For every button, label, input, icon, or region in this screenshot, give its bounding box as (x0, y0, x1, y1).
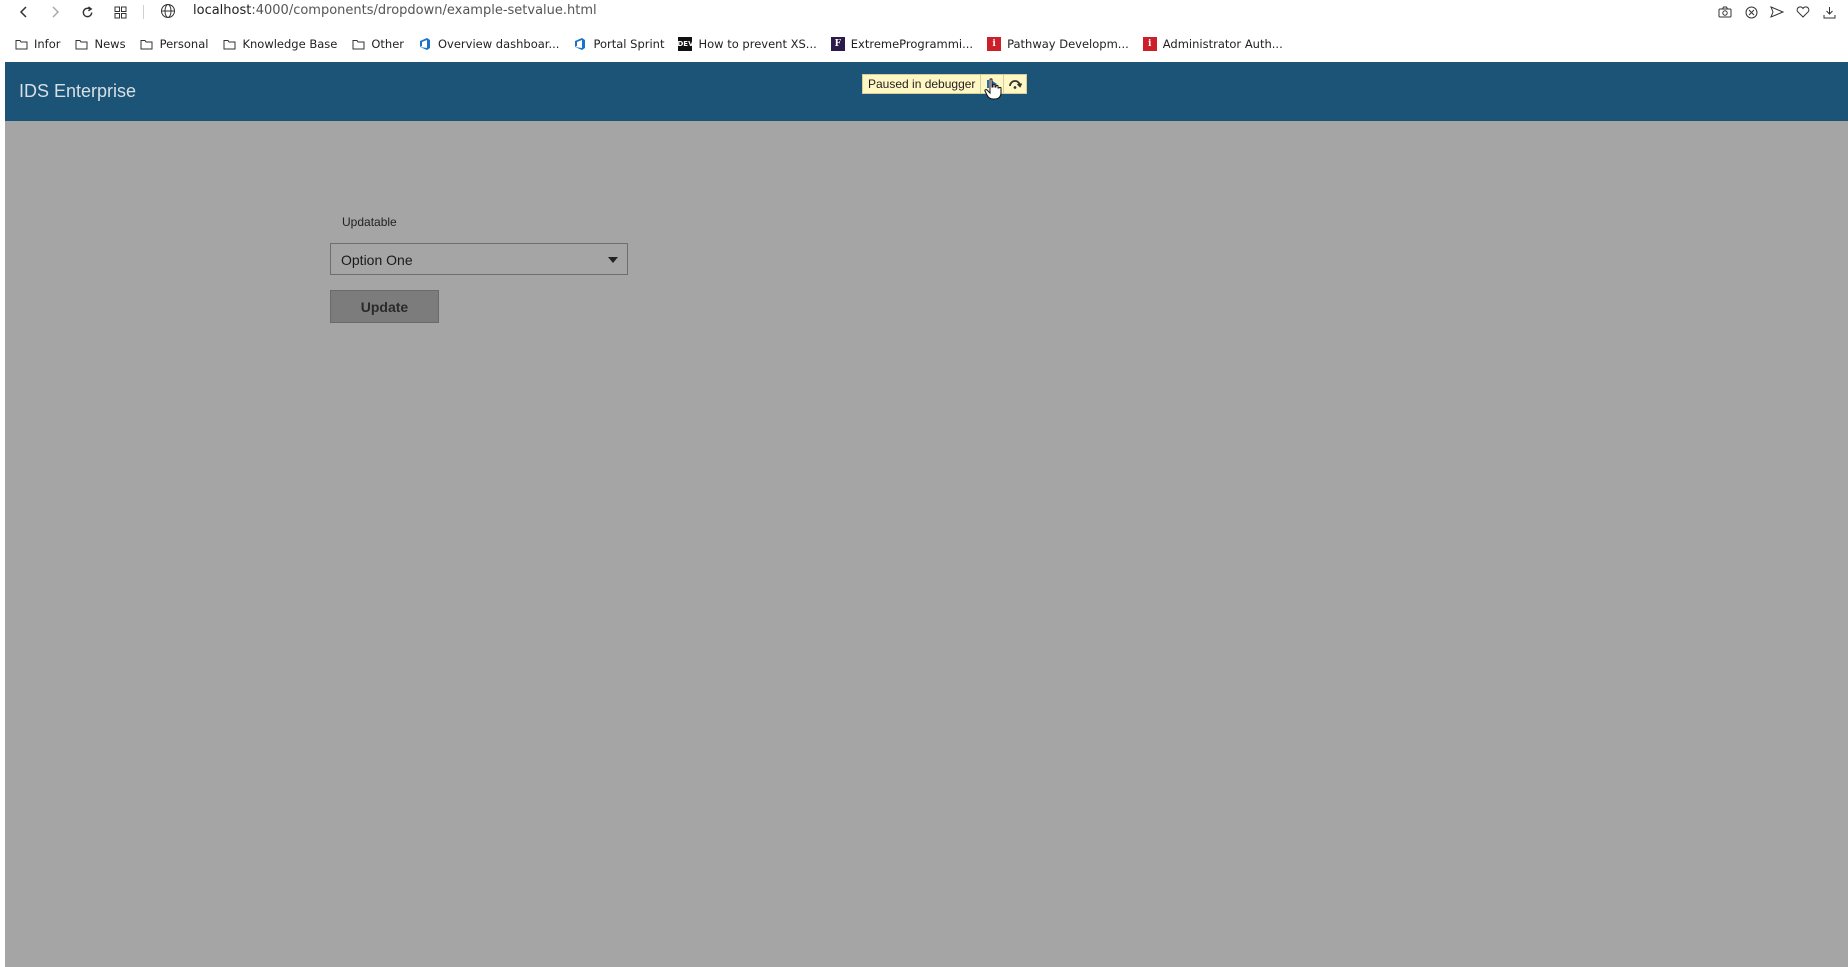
bookmark-news[interactable]: News (75, 37, 126, 51)
url-host: localhost (193, 3, 252, 18)
address-bar[interactable]: localhost:4000/components/dropdown/examp… (193, 3, 597, 18)
debugger-banner: Paused in debugger (862, 74, 1028, 94)
browser-toolbar: localhost:4000/components/dropdown/examp… (0, 0, 1848, 24)
dropdown-label: Updatable (342, 215, 397, 229)
bookmark-label: Pathway Developm... (1007, 37, 1129, 51)
bookmark-label: Overview dashboar... (438, 37, 560, 51)
bookmark-personal[interactable]: Personal (140, 37, 209, 51)
forward-icon[interactable] (45, 2, 65, 22)
hand-cursor-icon (984, 78, 1002, 100)
bookmark-other[interactable]: Other (351, 37, 404, 51)
bookmark-portal-sprint[interactable]: Portal Sprint (573, 37, 664, 51)
dropdown-selected-value: Option One (341, 252, 413, 268)
toolbar-separator (143, 5, 144, 19)
bookmarks-bar: Infor News Personal Knowledge Base Other… (0, 30, 1848, 58)
download-icon[interactable] (1820, 2, 1838, 22)
url-path: :4000/components/dropdown/example-setval… (251, 3, 597, 18)
bookmark-label: Personal (159, 37, 209, 51)
f-icon: F (830, 37, 845, 51)
infor-icon: i (1142, 37, 1157, 51)
heart-icon[interactable] (1794, 2, 1812, 22)
bookmark-pathway-development[interactable]: i Pathway Developm... (987, 37, 1129, 51)
tabs-grid-icon[interactable] (110, 2, 130, 22)
bookmark-label: Knowledge Base (242, 37, 338, 51)
bookmark-knowledge-base[interactable]: Knowledge Base (222, 37, 337, 51)
folder-icon (222, 37, 236, 51)
step-over-icon[interactable] (1004, 74, 1028, 94)
bookmark-label: Portal Sprint (593, 37, 665, 51)
tracker-block-icon[interactable] (1742, 2, 1760, 22)
folder-icon (75, 37, 89, 51)
bookmark-label: News (94, 37, 126, 51)
updatable-dropdown[interactable]: Option One (330, 243, 628, 275)
infor-icon: i (987, 37, 1002, 51)
camera-icon[interactable] (1716, 2, 1734, 22)
send-icon[interactable] (1768, 2, 1786, 22)
bookmark-label: ExtremeProgrammi... (850, 37, 974, 51)
app-title: IDS Enterprise (19, 81, 137, 101)
update-button[interactable]: Update (330, 290, 439, 323)
bookmark-prevent-xss[interactable]: DEV How to prevent XS... (677, 37, 817, 51)
folder-icon (351, 37, 365, 51)
bookmark-label: How to prevent XS... (698, 37, 817, 51)
page-content: IDS Enterprise Paused in debugger Updata… (5, 62, 1848, 967)
chevron-down-icon (608, 257, 618, 263)
bookmark-label: Other (371, 37, 404, 51)
bookmark-label: Infor (34, 37, 61, 51)
azure-devops-icon (573, 37, 587, 51)
app-header: IDS Enterprise Paused in debugger (5, 62, 1848, 121)
reload-icon[interactable] (77, 2, 97, 22)
folder-icon (140, 37, 154, 51)
bookmark-infor[interactable]: Infor (14, 37, 61, 51)
bookmark-extreme-programming[interactable]: F ExtremeProgrammi... (830, 37, 974, 51)
back-icon[interactable] (14, 2, 34, 22)
azure-devops-icon (418, 37, 432, 51)
globe-icon[interactable] (160, 3, 178, 21)
folder-icon (14, 37, 28, 51)
debugger-label: Paused in debugger (862, 74, 982, 94)
dev-icon: DEV (677, 37, 694, 51)
bookmark-administrator-auth[interactable]: i Administrator Auth... (1142, 37, 1283, 51)
bookmark-label: Administrator Auth... (1162, 37, 1283, 51)
bookmark-overview-dashboard[interactable]: Overview dashboar... (418, 37, 559, 51)
